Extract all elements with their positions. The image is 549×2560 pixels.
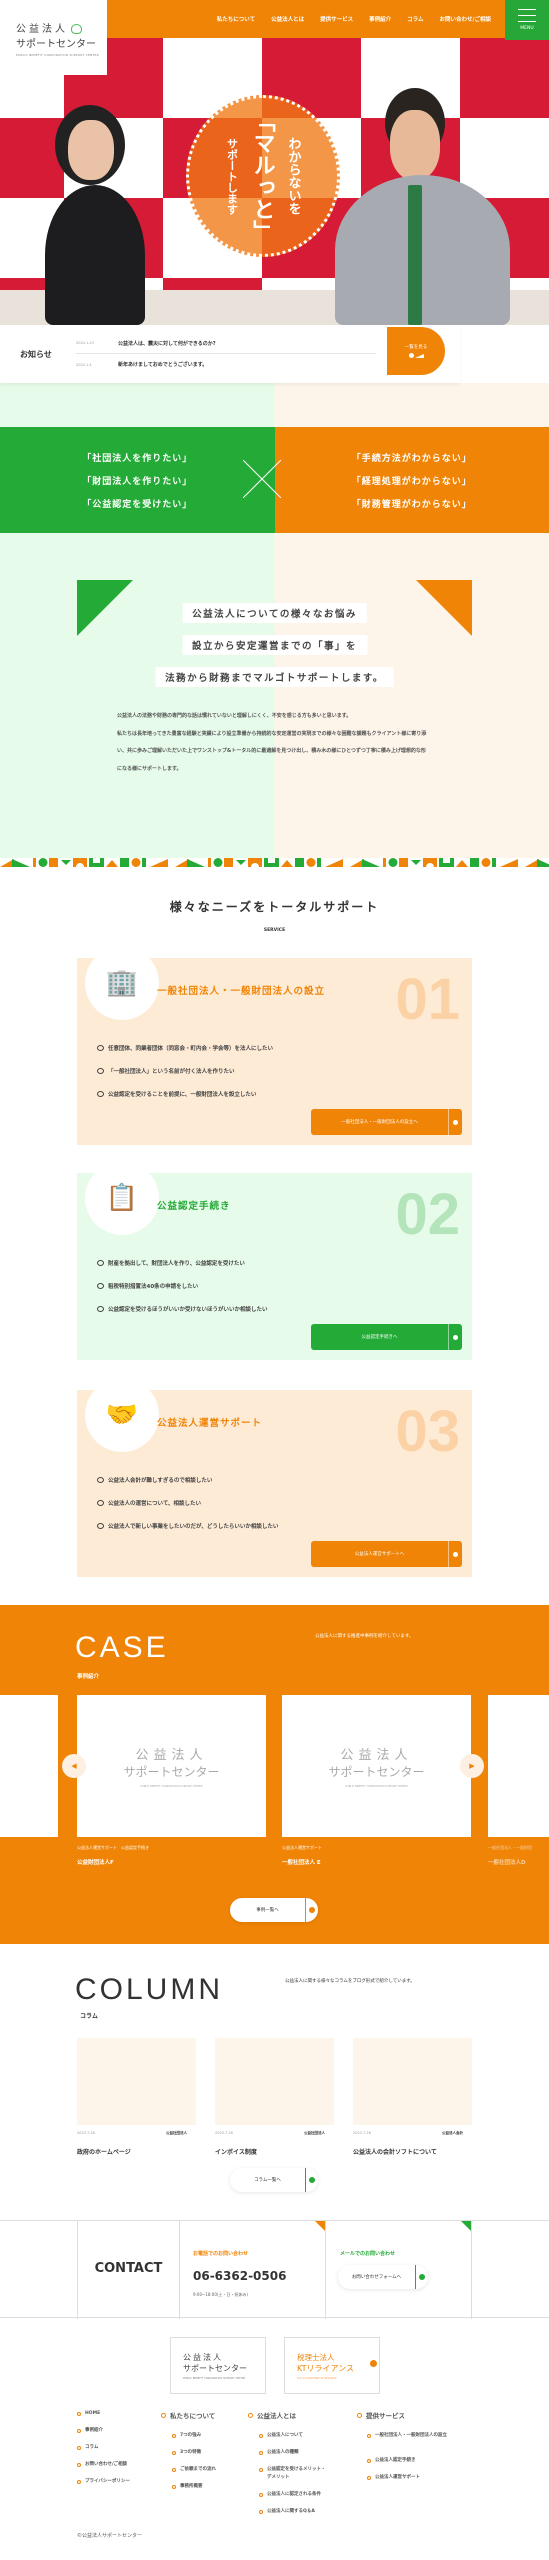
footer-link[interactable]: 公益認定を受けるメリット・デメリット [259, 2466, 329, 2482]
document-check-icon: 📋 [85, 1161, 159, 1235]
nav-about[interactable]: 私たちについて [217, 15, 255, 23]
footer-link[interactable]: ご依頼までの流れ [172, 2466, 216, 2474]
footer-link[interactable]: 3つの特徴 [172, 2449, 201, 2457]
service-title: 様々なニーズをトータルサポート [169, 900, 380, 914]
hero-catchcopy: わからないを 「マルっと」 サポートします [186, 95, 340, 257]
news-title: お知らせ [20, 349, 52, 359]
green-triangle-decoration [77, 580, 133, 636]
column-title: COLUMN [75, 1973, 224, 2006]
service-card-establishment: 🏢 一般社団法人・一般財団法人の設立 01 任意団体、同業者団体（同窓会・町内会… [77, 946, 472, 1145]
external-link-icon [370, 2360, 377, 2367]
cross-icon [243, 460, 281, 498]
footer-heading-services[interactable]: 提供サービス [357, 2412, 405, 2420]
footer-link[interactable]: お問い合わせ/ご相談 [77, 2461, 127, 2469]
global-nav: 私たちについて 公益法人とは 提供サービス 事例紹介 コラム お問い合わせ/ご相… [107, 0, 505, 38]
column-thumbnail[interactable] [77, 2038, 196, 2125]
footer-heading-public-corp[interactable]: 公益法人とは [248, 2412, 296, 2420]
footer-link[interactable]: 事務所概要 [172, 2483, 203, 2491]
arrow-icon [408, 353, 424, 358]
service-subtitle: SERVICE [263, 928, 286, 933]
orange-triangle-decoration [416, 580, 472, 636]
footer-link[interactable]: 事例紹介 [77, 2427, 103, 2435]
carousel-prev-button[interactable]: ◀ [62, 1754, 86, 1778]
contact-section: CONTACT お電話でのお問い合わせ 06-6362-0506 9:00~18… [0, 2220, 549, 2319]
case-name[interactable]: 公益財団法人F [77, 1858, 114, 1866]
hamburger-icon [518, 9, 536, 10]
case-name[interactable]: 一般社団法人D [488, 1858, 526, 1866]
footer-logo[interactable]: 公益法人 サポートセンター PUBLIC BENEFIT CORPORATION… [170, 2337, 266, 2394]
heart-handshake-icon [71, 24, 82, 34]
building-people-icon: 🏢 [85, 946, 159, 1020]
column-article-title[interactable]: 政府のホームページ [77, 2147, 131, 2156]
nav-case[interactable]: 事例紹介 [369, 15, 391, 23]
nav-services[interactable]: 提供サービス [320, 15, 353, 23]
news-item[interactable]: 2024.1.4 新年あけましておめでとうございます。 [76, 354, 376, 375]
partner-logo-kt-reliance[interactable]: 税理士法人 KTリライアンス TAX ACCOUNTANT KT RELIANC… [284, 2337, 380, 2394]
column-thumbnail[interactable] [215, 2038, 334, 2125]
case-section: CASE 事例紹介 公益法人に関する推進中事例を紹介しています。 公益法人 サポー… [0, 1605, 549, 1944]
footer-link[interactable]: HOME [77, 2410, 100, 2418]
footer-link[interactable]: 7つの強み [172, 2432, 201, 2440]
case-name[interactable]: 一般社団法人 E [282, 1858, 321, 1866]
service-card-certification: 📋 公益認定手続き 02 財産を拠出して、財団法人を作り、公益認定を受けたい 租税… [77, 1161, 472, 1360]
phone-number[interactable]: 06-6362-0506 [193, 2269, 286, 2283]
menu-button[interactable]: MENU [505, 0, 549, 40]
case-thumbnail[interactable] [0, 1695, 58, 1837]
column-article-title[interactable]: インボイス制度 [215, 2147, 257, 2156]
footer-link[interactable]: 公益法人について [259, 2432, 303, 2440]
news-item[interactable]: 2024.1.23 公益法人は、震災に対して何ができるのか? [76, 333, 376, 354]
footer-link[interactable]: 公益法人認定手続き [367, 2457, 416, 2465]
establishment-button[interactable]: 一般社団法人・一般財団法人の設立へ [311, 1109, 462, 1135]
site-logo[interactable]: 公益法人 サポートセンター PUBLIC BENEFIT CORPORATION… [0, 0, 107, 75]
footer-link[interactable]: 公益法人運営サポート [367, 2474, 420, 2482]
case-thumbnail[interactable]: 公益法人 サポートセンター PUBLIC BENEFIT CORPORATION S… [77, 1695, 266, 1837]
footer-link[interactable]: 公益法人に認定される条件 [259, 2491, 321, 2499]
column-thumbnail[interactable] [353, 2038, 472, 2125]
column-list-button[interactable]: コラム一覧へ [230, 2168, 318, 2192]
contact-form-button[interactable]: お問い合わせフォームへ [338, 2265, 428, 2289]
certification-button[interactable]: 公益認定手続きへ [311, 1324, 462, 1350]
case-title: CASE [75, 1631, 169, 1664]
nav-column[interactable]: コラム [407, 15, 423, 23]
copyright: ©公益法人サポートセンター [77, 2533, 143, 2539]
carousel-next-button[interactable]: ▶ [460, 1754, 484, 1778]
footer-link[interactable]: コラム [77, 2444, 98, 2452]
news-more-button[interactable]: 一覧を見る [385, 325, 447, 377]
nav-public-corp[interactable]: 公益法人とは [271, 15, 304, 23]
footer-link[interactable]: 公益法人の種類 [259, 2449, 299, 2457]
intro-paragraph: 公益法人の法務や財務の専門的な話は慣れていないと理解しにくく、不安を感じる方も多… [117, 713, 427, 772]
footer-link[interactable]: プライバシーポリシー [77, 2478, 130, 2486]
case-thumbnail[interactable] [488, 1695, 549, 1837]
operation-button[interactable]: 公益法人運営サポートへ [311, 1541, 462, 1567]
service-card-operation: 🤝 公益法人運営サポート 03 公益法人会計が難しすぎるので相談したい 公益法人の… [77, 1378, 472, 1577]
case-thumbnail[interactable]: 公益法人 サポートセンター PUBLIC BENEFIT CORPORATION S… [282, 1695, 471, 1837]
case-list-button[interactable]: 事例一覧へ [230, 1898, 318, 1922]
handshake-gear-icon: 🤝 [85, 1378, 159, 1452]
column-article-title[interactable]: 公益法人の会計ソフトについて [353, 2147, 437, 2156]
nav-contact[interactable]: お問い合わせ/ご相談 [439, 15, 491, 23]
footer-heading-about[interactable]: 私たちについて [161, 2412, 215, 2420]
block-pattern-divider [0, 858, 549, 867]
footer-link[interactable]: 一般社団法人・一般財団法人の設立 [367, 2432, 452, 2440]
footer-link[interactable]: 公益法人に関するQ＆A [259, 2508, 315, 2516]
